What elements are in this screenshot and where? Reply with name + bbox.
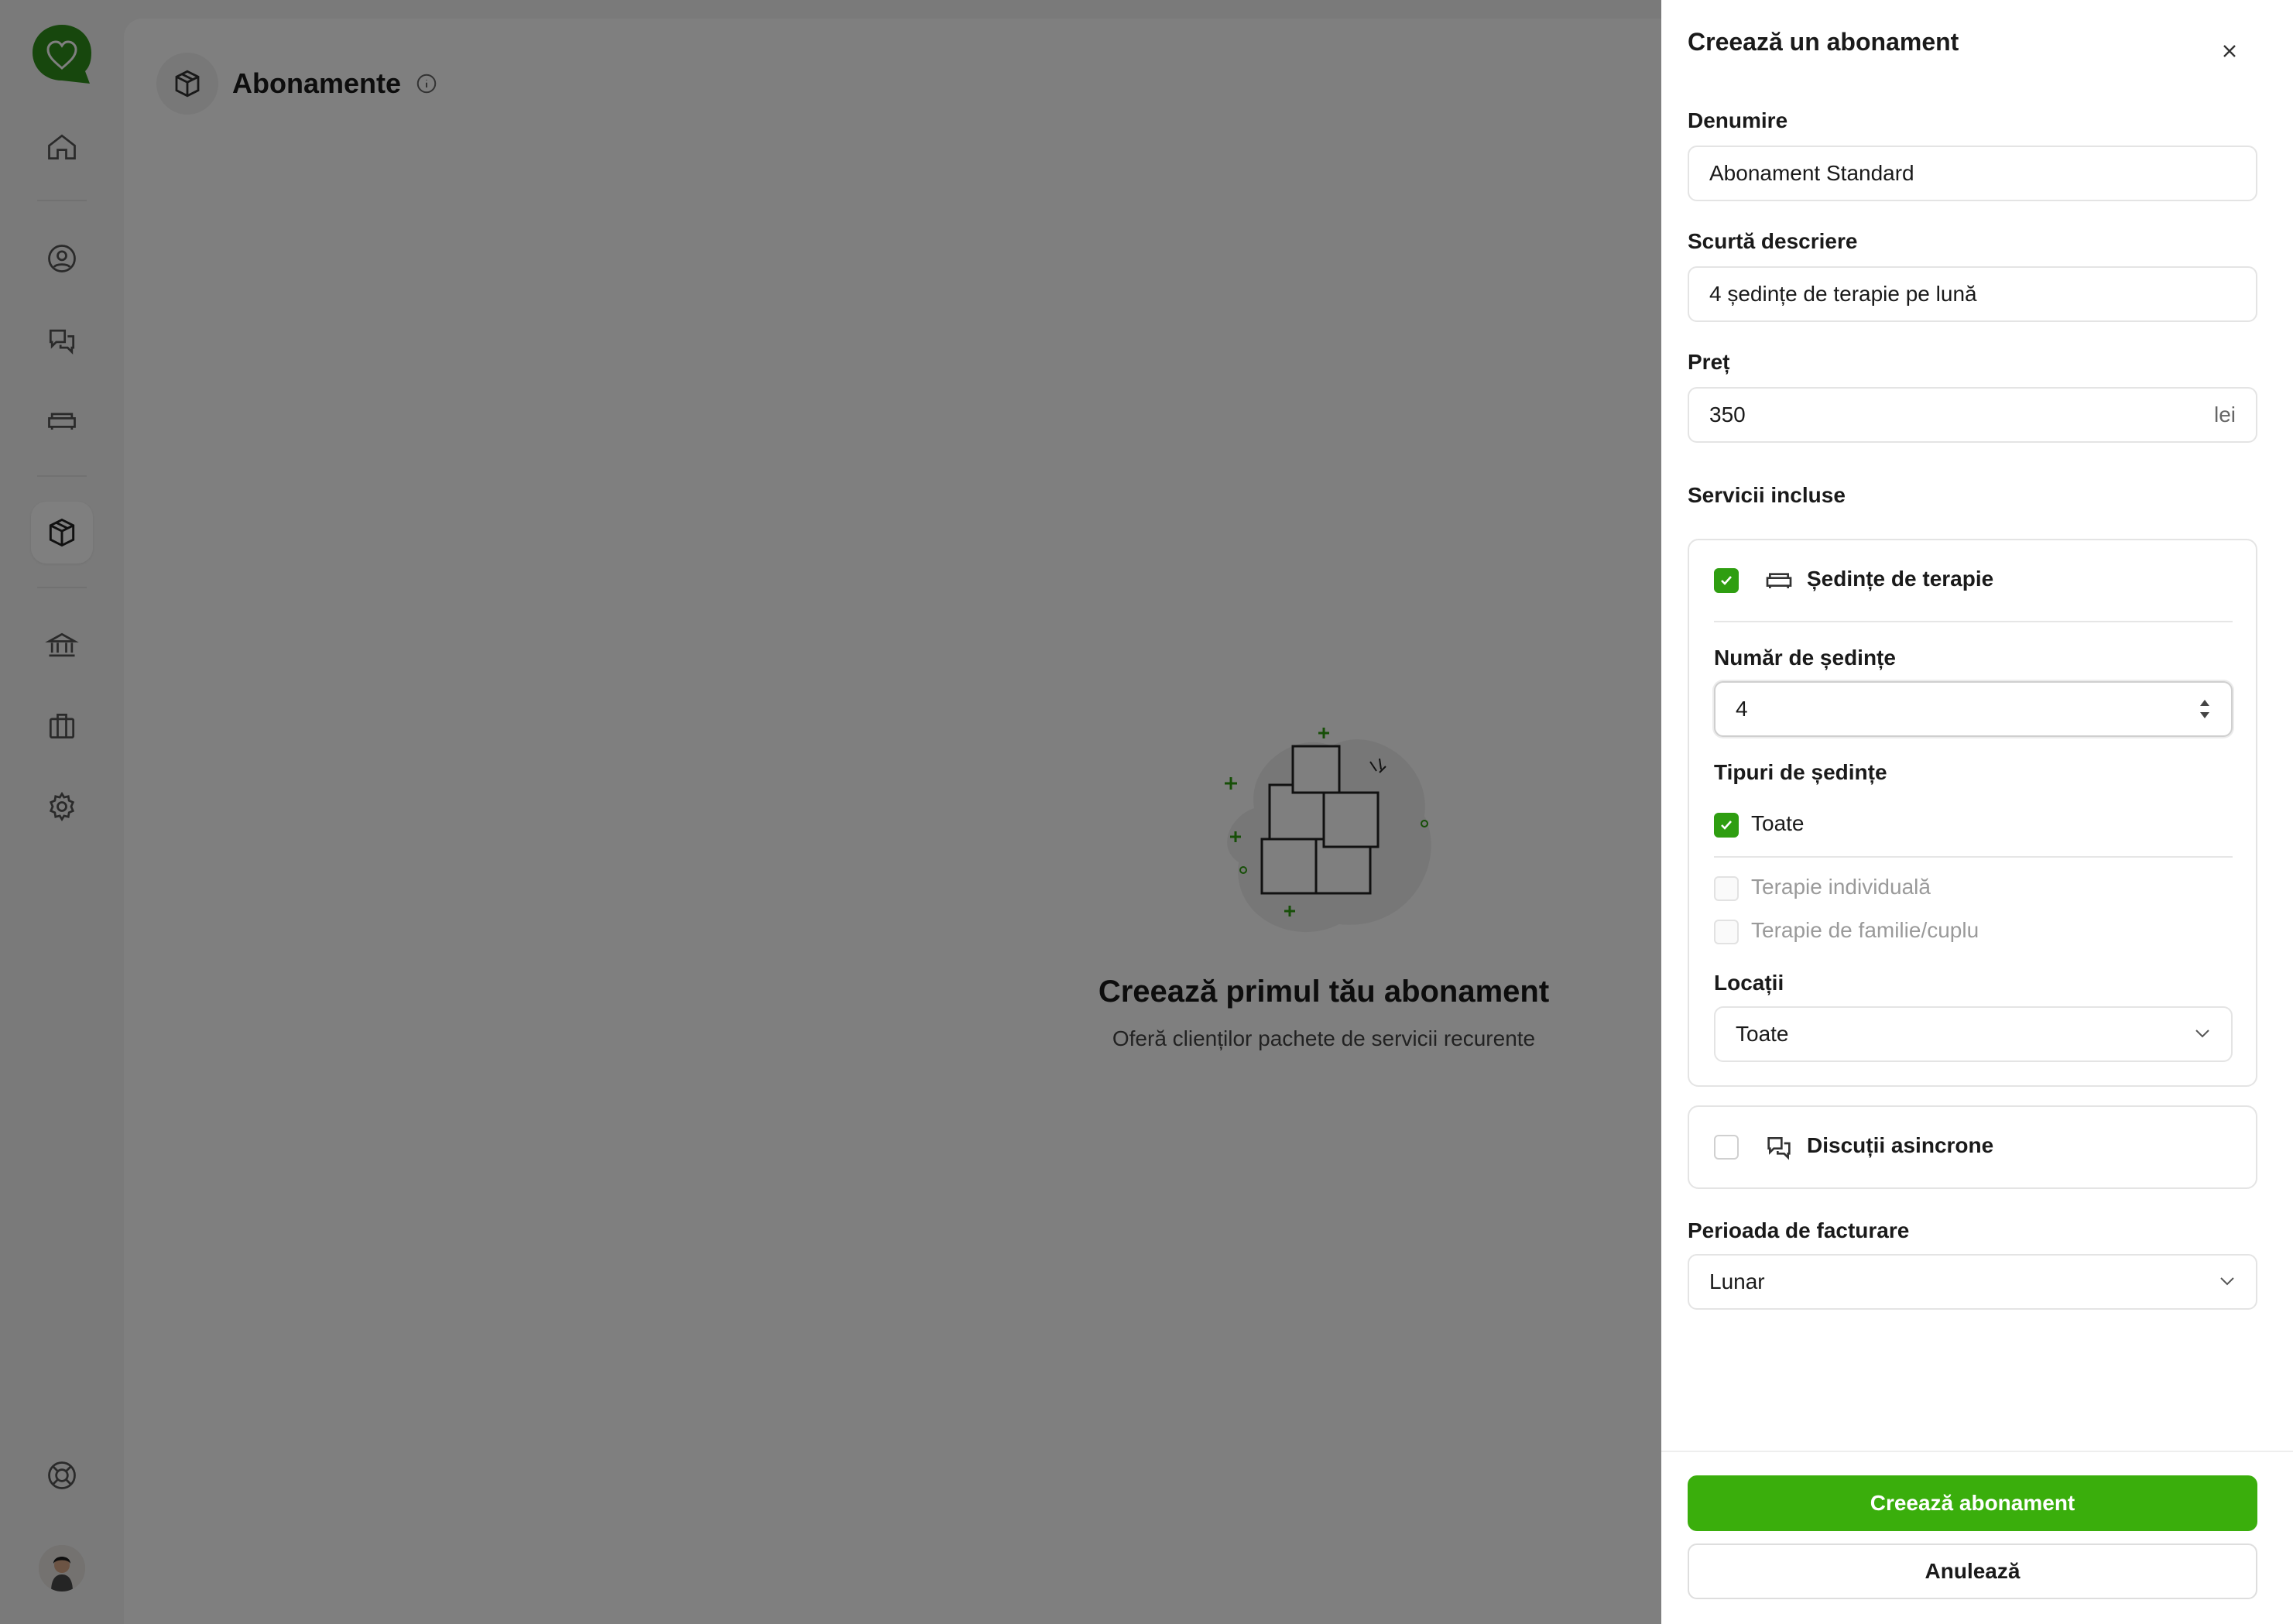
name-input-value: Abonament Standard bbox=[1709, 161, 1914, 185]
price-label: Preț bbox=[1688, 350, 1730, 374]
locations-label: Locații bbox=[1714, 971, 1784, 995]
billing-period-label: Perioada de facturare bbox=[1688, 1218, 1910, 1242]
session-types-label: Tipuri de ședințe bbox=[1714, 760, 1887, 784]
close-button[interactable] bbox=[2212, 34, 2247, 68]
session-type-all-label: Toate bbox=[1751, 811, 1805, 835]
chat-bubbles-icon bbox=[1767, 1137, 1791, 1160]
session-count-label: Număr de ședințe bbox=[1714, 646, 1896, 670]
services-label: Servicii incluse bbox=[1688, 483, 1846, 507]
async-discussions-card: Discuții asincrone bbox=[1688, 1105, 2257, 1189]
session-type-individual-label: Terapie individuală bbox=[1751, 875, 1931, 899]
async-discussions-checkbox[interactable] bbox=[1714, 1135, 1739, 1160]
close-icon bbox=[2223, 45, 2236, 57]
price-input[interactable]: 350 lei bbox=[1688, 387, 2257, 443]
session-count-input[interactable]: 4 bbox=[1714, 681, 2233, 737]
footer-divider bbox=[1661, 1451, 2293, 1452]
session-type-all-checkbox[interactable] bbox=[1714, 813, 1739, 838]
description-input-value: 4 ședințe de terapie pe lună bbox=[1709, 282, 1977, 306]
async-discussions-label: Discuții asincrone bbox=[1807, 1133, 1994, 1157]
create-subscription-drawer: Creează un abonament Denumire Abonament … bbox=[1661, 0, 2293, 1624]
stepper-arrows-icon[interactable] bbox=[2197, 695, 2212, 723]
sofa-icon bbox=[1766, 573, 1792, 588]
chevron-down-icon bbox=[2220, 1277, 2234, 1286]
session-count-value: 4 bbox=[1736, 697, 1748, 721]
session-type-family-checkbox[interactable] bbox=[1714, 920, 1739, 944]
therapy-sessions-card: Ședințe de terapie Număr de ședințe 4 Ti… bbox=[1688, 539, 2257, 1087]
create-subscription-button[interactable]: Creează abonament bbox=[1688, 1475, 2257, 1531]
divider bbox=[1714, 856, 2233, 858]
therapy-sessions-label: Ședințe de terapie bbox=[1807, 567, 1994, 591]
price-input-value: 350 bbox=[1709, 403, 1746, 427]
description-label: Scurtă descriere bbox=[1688, 229, 1858, 253]
name-label: Denumire bbox=[1688, 108, 1788, 132]
billing-period-select[interactable]: Lunar bbox=[1688, 1254, 2257, 1310]
cancel-button[interactable]: Anulează bbox=[1688, 1543, 2257, 1599]
price-currency-suffix: lei bbox=[2213, 403, 2236, 427]
divider bbox=[1714, 621, 2233, 622]
description-input[interactable]: 4 ședințe de terapie pe lună bbox=[1688, 266, 2257, 322]
session-type-family-label: Terapie de familie/cuplu bbox=[1751, 918, 1979, 942]
chevron-down-icon bbox=[2195, 1030, 2209, 1038]
drawer-title: Creează un abonament bbox=[1688, 28, 1959, 56]
locations-select[interactable]: Toate bbox=[1714, 1006, 2233, 1062]
locations-select-value: Toate bbox=[1736, 1022, 1789, 1046]
therapy-sessions-checkbox[interactable] bbox=[1714, 568, 1739, 593]
name-input[interactable]: Abonament Standard bbox=[1688, 146, 2257, 201]
session-type-individual-checkbox[interactable] bbox=[1714, 876, 1739, 901]
billing-period-value: Lunar bbox=[1709, 1269, 1765, 1293]
